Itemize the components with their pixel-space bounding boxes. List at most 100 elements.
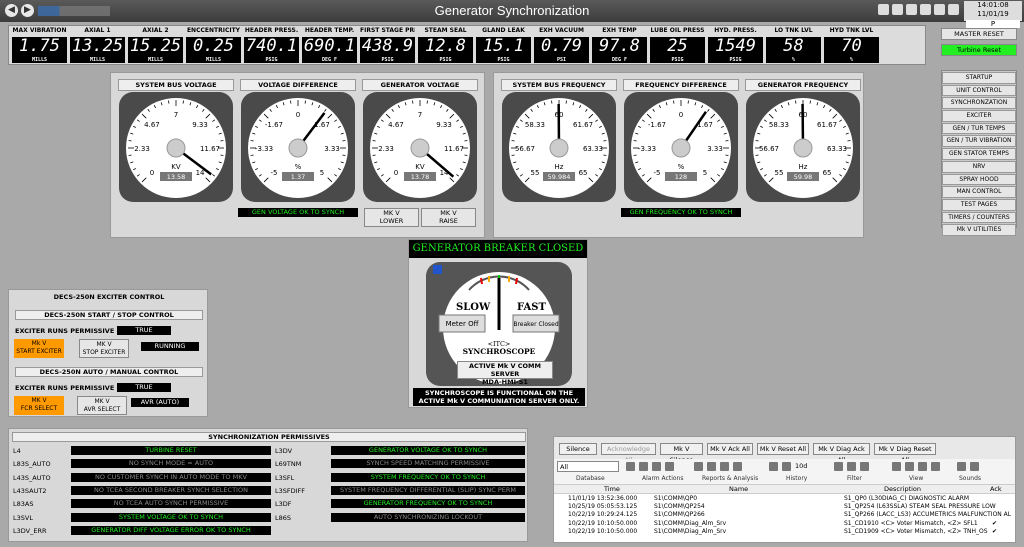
tag-icon[interactable] bbox=[892, 4, 903, 15]
alarm-description: S1_QP0 (L30DIAG_C) DIAGNOSTIC ALARM bbox=[844, 495, 970, 502]
font-icon[interactable] bbox=[892, 462, 901, 471]
calendar-icon[interactable] bbox=[782, 462, 791, 471]
nav-item[interactable]: SYNCHRONZATION bbox=[942, 97, 1016, 110]
permissive-tag: L4 bbox=[13, 447, 21, 455]
reading-cell: MAX VIBRATION 1.75 MILLS bbox=[12, 27, 67, 63]
reading-unit: MILLS bbox=[31, 57, 48, 63]
reading-value: 25 PSIG bbox=[650, 37, 705, 63]
sync-tick-red-left bbox=[480, 277, 483, 285]
col-time[interactable]: Time bbox=[604, 485, 620, 493]
toolbar-label-filter: Filter bbox=[847, 475, 862, 482]
alarm-action-button[interactable]: Mk V Diag Reset All bbox=[874, 443, 936, 464]
filter-icon[interactable] bbox=[834, 462, 843, 471]
nav-item[interactable]: Mk V UTILITIES bbox=[942, 224, 1016, 236]
pause-icon[interactable] bbox=[769, 462, 778, 471]
permissive-status: NO SYNCH MODE = AUTO bbox=[71, 459, 271, 469]
ack-icon[interactable] bbox=[626, 462, 635, 471]
toolbar-label-database: Database bbox=[576, 475, 605, 482]
alarm-row[interactable]: 10/25/19 05:05:53.125 S1\COMM\QP254 S1_QP2… bbox=[554, 503, 1015, 511]
nav-item[interactable]: NRV bbox=[942, 160, 1016, 173]
toolbar-label-sounds: Sounds bbox=[959, 475, 982, 482]
sort-icon[interactable] bbox=[905, 462, 914, 471]
start-exciter-button[interactable]: Mk V START EXCITER bbox=[14, 339, 64, 358]
database-select[interactable]: All bbox=[557, 461, 619, 472]
gauge-dial: 5556.6758.336061.6763.3365Hz59.984 bbox=[502, 92, 616, 202]
alarm-action-button[interactable]: Mk V Diag Ack All bbox=[813, 443, 870, 464]
screenshot-icon[interactable] bbox=[878, 4, 889, 15]
col-name[interactable]: Name bbox=[729, 485, 748, 493]
brightness-icon[interactable] bbox=[931, 462, 940, 471]
nav-item[interactable]: TEST PAGES bbox=[942, 198, 1016, 211]
permissive-tag: L3SVL bbox=[13, 513, 33, 522]
reading-value: 0.25 MILLS bbox=[186, 37, 241, 63]
gauge-readout: 13.58 bbox=[167, 173, 186, 181]
nav-item[interactable]: UNIT CONTROL bbox=[942, 84, 1016, 97]
reading-number: 438.9 bbox=[361, 36, 414, 56]
nav-item[interactable]: STARTUP bbox=[942, 72, 1016, 84]
nav-item[interactable]: GEN STATOR TEMPS bbox=[942, 148, 1016, 160]
mkv-raise-button[interactable]: MK V RAISE bbox=[421, 208, 476, 227]
columns-icon[interactable] bbox=[918, 462, 927, 471]
window-title: Generator Synchronization bbox=[434, 3, 590, 18]
alarm-row[interactable]: 11/01/19 13:52:36.000 S1\COMM\QP0 S1_QP0 (… bbox=[554, 495, 1015, 503]
mute-icon[interactable] bbox=[970, 462, 979, 471]
alarm-action-button[interactable]: Acknowledge All bbox=[601, 443, 656, 464]
nav-item[interactable]: SPRAY HOOD bbox=[942, 173, 1016, 186]
permissive-status: GENERATOR FREQUENCY OK TO SYNCH bbox=[331, 499, 525, 509]
info-icon[interactable] bbox=[433, 265, 442, 274]
avr-select-button[interactable]: MK V AVR SELECT bbox=[77, 396, 127, 415]
history-range[interactable]: 10d bbox=[795, 462, 813, 471]
gauge-title: SYSTEM BUS FREQUENCY bbox=[501, 79, 617, 91]
gauge-tick-label: 2.33 bbox=[134, 145, 150, 153]
silence-icon[interactable] bbox=[652, 462, 661, 471]
reading-unit: PSI bbox=[556, 57, 567, 63]
gauge-dial: 02.334.6779.3311.6714KV13.58 bbox=[119, 92, 233, 202]
report-icon[interactable] bbox=[720, 462, 729, 471]
check-icon[interactable] bbox=[639, 462, 648, 471]
gauge-hub bbox=[671, 138, 691, 158]
alarm-bell-icon[interactable] bbox=[665, 462, 674, 471]
alarm-action-button[interactable]: Mk V Ack All bbox=[707, 443, 753, 455]
chart-icon[interactable] bbox=[694, 462, 703, 471]
zoom-icon[interactable] bbox=[860, 462, 869, 471]
permissive-status: NO CUSTOMER SYNCH IN AUTO MODE TO MKV bbox=[71, 472, 271, 482]
alarm-name: S1\COMM\QP254 bbox=[654, 503, 705, 511]
alarm-action-button[interactable]: Mk V Reset All bbox=[757, 443, 809, 455]
nav-item[interactable]: GEN / TUR VIBRATION bbox=[942, 135, 1016, 148]
sound-icon[interactable] bbox=[957, 462, 966, 471]
start-stop-header: DECS-250N START / STOP CONTROL bbox=[15, 310, 203, 320]
stop-exciter-button[interactable]: MK V STOP EXCITER bbox=[79, 339, 129, 358]
alarm-row[interactable]: 10/22/19 10:10:50.000 S1\COMM\Diag_Alm_Sr… bbox=[554, 520, 1015, 528]
gauge-tick-label: 55 bbox=[774, 169, 783, 177]
nav-item[interactable]: GEN / TUR TEMPS bbox=[942, 122, 1016, 135]
nav-item[interactable]: TIMERS / COUNTERS bbox=[942, 211, 1016, 224]
alarm-action-button[interactable]: Silence bbox=[559, 443, 597, 455]
info-report-icon[interactable] bbox=[707, 462, 716, 471]
avr-mode-status: AVR (AUTO) bbox=[131, 398, 189, 407]
fcr-select-button[interactable]: MK V FCR SELECT bbox=[14, 396, 64, 415]
export-icon[interactable] bbox=[733, 462, 742, 471]
alarm-action-button[interactable]: Mk V Silence bbox=[660, 443, 703, 464]
gauge-tick-label: 4.67 bbox=[388, 121, 404, 129]
auto-manual-header: DECS-250N AUTO / MANUAL CONTROL bbox=[15, 367, 203, 377]
gauge-hub bbox=[549, 138, 569, 158]
filter-clear-icon[interactable] bbox=[847, 462, 856, 471]
gauge-tick-label: 65 bbox=[823, 169, 832, 177]
print-icon[interactable] bbox=[934, 4, 945, 15]
alarm-row[interactable]: 10/22/19 10:29:24.125 S1\COMM\QP266 S1_QP2… bbox=[554, 511, 1015, 519]
turbine-reset-indicator[interactable]: Turbine Reset bbox=[941, 44, 1017, 56]
permissive-status: NO TCEA AUTO SYNCH PERMISSIVE bbox=[71, 499, 271, 509]
calendar-icon[interactable] bbox=[920, 4, 931, 15]
col-description[interactable]: Description bbox=[884, 485, 921, 493]
gauge-tick-label: 0 bbox=[150, 169, 154, 177]
gauge-readout: 13.78 bbox=[411, 173, 430, 181]
nav-item[interactable]: MAN CONTROL bbox=[942, 186, 1016, 198]
col-ack[interactable]: Ack bbox=[990, 485, 1002, 493]
alarm-row[interactable]: 10/22/19 10:10:50.000 S1\COMM\Diag_Alm_Sr… bbox=[554, 528, 1015, 536]
settings-icon[interactable] bbox=[906, 4, 917, 15]
nav-item[interactable]: EXCITER bbox=[942, 110, 1016, 122]
reading-number: 58 bbox=[783, 36, 804, 56]
master-reset-button[interactable]: MASTER RESET bbox=[941, 28, 1017, 40]
bell-icon[interactable] bbox=[948, 4, 959, 15]
mkv-lower-button[interactable]: MK V LOWER bbox=[364, 208, 419, 227]
